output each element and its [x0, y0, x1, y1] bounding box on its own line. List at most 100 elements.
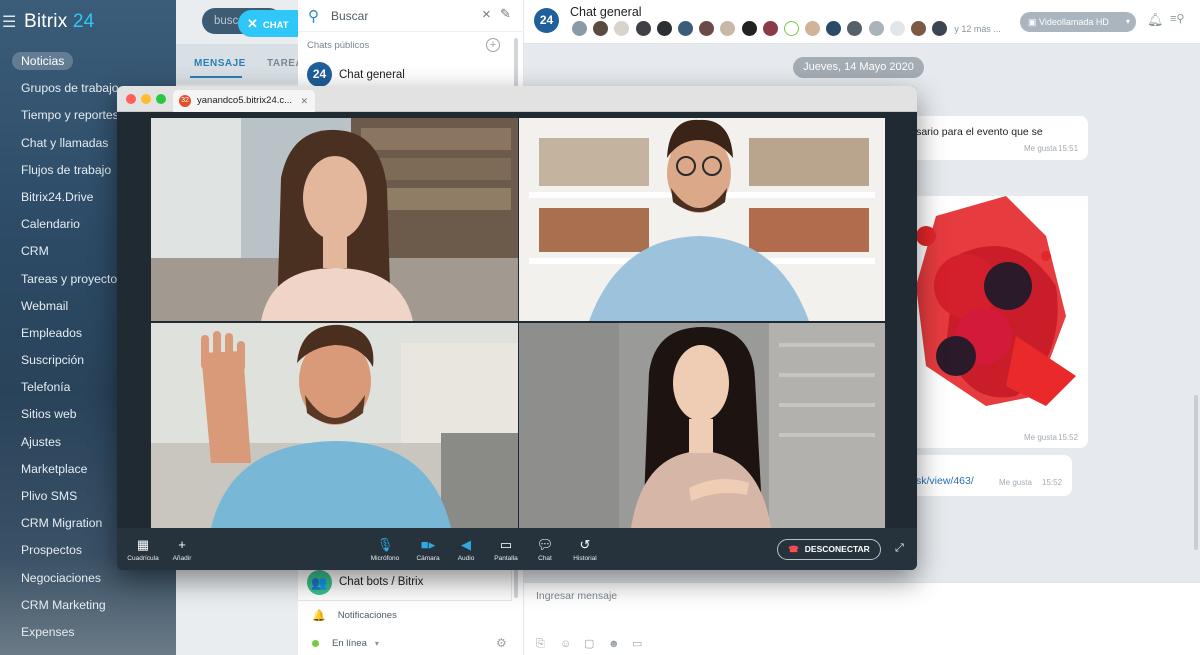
avatar[interactable]: [699, 21, 715, 36]
audio-button[interactable]: ◀ Audio: [453, 537, 479, 562]
add-participant-button[interactable]: + Añadir: [167, 537, 197, 562]
screen-icon[interactable]: ▭: [632, 638, 644, 650]
sidebar-item[interactable]: Sitios web: [12, 401, 123, 428]
add-chat-icon[interactable]: +: [486, 38, 500, 52]
sidebar-item[interactable]: Calendario: [12, 211, 123, 238]
avatar[interactable]: [911, 21, 926, 36]
sidebar-item[interactable]: Plivo SMS: [12, 483, 123, 510]
bitrix-logo[interactable]: Bitrix 24: [24, 11, 94, 33]
call-chat-button[interactable]: 💬︎ Chat: [533, 537, 557, 562]
avatar[interactable]: [783, 21, 799, 36]
menu-icon[interactable]: ☰: [2, 12, 18, 32]
participant-video[interactable]: [519, 118, 885, 321]
search-icon[interactable]: ≡⚲: [1170, 12, 1184, 25]
like-label[interactable]: Me gusta: [1024, 144, 1057, 153]
avatar[interactable]: [932, 21, 948, 36]
close-tab-icon[interactable]: ✕: [300, 90, 308, 112]
avatar[interactable]: [720, 21, 736, 36]
avatar[interactable]: [762, 21, 778, 36]
video-call-button[interactable]: ▣ Videollamada HD ▾: [1020, 12, 1136, 32]
sidebar-item[interactable]: Flujos de trabajo: [12, 157, 123, 184]
emoji-icon[interactable]: ☻: [608, 638, 620, 650]
fruit-image[interactable]: [896, 196, 1088, 424]
sidebar-item[interactable]: Prospectos: [12, 537, 123, 564]
member-avatars[interactable]: y 12 más ...: [572, 21, 1001, 36]
notifications-item[interactable]: 🔔 Notificaciones: [312, 609, 397, 622]
avatar[interactable]: [826, 21, 842, 36]
avatar[interactable]: [889, 21, 905, 36]
chat-search[interactable]: ⚲ Buscar × ✎: [298, 0, 524, 32]
avatar[interactable]: [635, 21, 651, 36]
screen-share-button[interactable]: ▭ Pantalla: [491, 537, 521, 562]
avatar[interactable]: [868, 21, 884, 36]
control-label: Cuadrícula: [127, 555, 159, 562]
sidebar-item[interactable]: Tiempo y reportes: [12, 102, 123, 129]
image-message[interactable]: Me gusta 15:52: [896, 196, 1088, 448]
browser-tab[interactable]: 32 yanandco5.bitrix24.c... ✕: [173, 90, 315, 112]
new-chat-icon[interactable]: ✎: [500, 6, 511, 22]
grid-view-button[interactable]: ▦ Cuadrícula: [126, 537, 160, 562]
message-bubble[interactable]: sk/view/463/ Me gusta 15:52: [896, 455, 1072, 496]
maximize-window-icon[interactable]: [156, 94, 166, 104]
sidebar-item[interactable]: CRM Marketing: [12, 592, 123, 619]
sidebar-item[interactable]: Webmail: [12, 293, 123, 320]
chat-title[interactable]: Chat general: [570, 5, 642, 19]
message-text: cesario para el evento que se: [905, 126, 1043, 138]
close-chat-button[interactable]: ✕ CHAT: [238, 10, 298, 37]
avatar[interactable]: [741, 21, 757, 36]
sidebar-item[interactable]: CRM Migration: [12, 510, 123, 537]
notifications-label: Notificaciones: [337, 610, 397, 621]
tab-mensaje[interactable]: MENSAJE: [194, 58, 246, 69]
attach-icon[interactable]: ⎘: [536, 638, 548, 650]
message-bubble[interactable]: cesario para el evento que se Me gusta 1…: [896, 116, 1088, 160]
avatar[interactable]: [677, 21, 693, 36]
search-icon: ⚲: [308, 8, 319, 25]
history-button[interactable]: ↺ Historial: [567, 537, 603, 562]
sidebar-item[interactable]: CRM: [12, 238, 123, 265]
chevron-down-icon[interactable]: ▾: [1126, 12, 1130, 32]
avatar[interactable]: [805, 21, 821, 36]
message-input[interactable]: Ingresar mensaje: [536, 590, 617, 602]
sidebar-item[interactable]: Expenses: [12, 619, 123, 646]
sidebar-item[interactable]: Suscripción: [12, 347, 123, 374]
sidebar-item-label: Noticias: [12, 52, 74, 70]
sidebar-item[interactable]: Tareas y proyectos: [12, 266, 123, 293]
avatar[interactable]: [847, 21, 863, 36]
sidebar-item[interactable]: Bitrix24.Drive: [12, 184, 123, 211]
template-icon[interactable]: ▢: [584, 638, 596, 650]
avatar[interactable]: [572, 21, 587, 36]
avatar[interactable]: [593, 21, 609, 36]
fullscreen-icon[interactable]: ⤢: [895, 542, 904, 555]
messages-scrollbar[interactable]: [1194, 395, 1198, 550]
user-icon[interactable]: ☺: [560, 638, 572, 650]
control-label: Audio: [457, 555, 475, 562]
microphone-button[interactable]: 🎙︎ Micrófono: [368, 537, 402, 562]
sidebar-item[interactable]: Marketplace: [12, 456, 123, 483]
participant-video[interactable]: [519, 323, 885, 528]
close-window-icon[interactable]: [126, 94, 136, 104]
sidebar-item[interactable]: Ajustes: [12, 429, 123, 456]
participant-video[interactable]: [151, 118, 518, 321]
sidebar-item[interactable]: Grupos de trabajo: [12, 75, 123, 102]
more-members-link[interactable]: y 12 más ...: [954, 24, 1001, 34]
bell-icon[interactable]: 🔔︎: [1147, 12, 1164, 28]
like-label[interactable]: Me gusta: [1024, 433, 1057, 442]
sidebar-item[interactable]: Empleados: [12, 320, 123, 347]
avatar[interactable]: [656, 21, 672, 36]
camera-button[interactable]: ■▸ Cámara: [412, 537, 444, 562]
clear-search-icon[interactable]: ×: [482, 6, 491, 23]
avatar[interactable]: [614, 21, 630, 36]
minimize-window-icon[interactable]: [141, 94, 151, 104]
gear-icon[interactable]: ⚙: [496, 636, 507, 650]
participant-video[interactable]: [151, 323, 518, 528]
sidebar-item[interactable]: Telefonía: [12, 374, 123, 401]
message-link[interactable]: sk/view/463/: [916, 475, 974, 487]
sidebar-item[interactable]: Noticias: [12, 48, 123, 75]
window-titlebar[interactable]: 32 yanandco5.bitrix24.c... ✕: [117, 86, 917, 112]
sidebar-item[interactable]: Negociaciones: [12, 565, 123, 592]
status-selector[interactable]: En línea ▾: [312, 638, 379, 649]
disconnect-button[interactable]: ☎ DESCONECTAR: [777, 539, 881, 560]
chat-item-general[interactable]: 24 Chat general: [307, 62, 405, 87]
like-label[interactable]: Me gusta: [999, 478, 1032, 487]
sidebar-item[interactable]: Chat y llamadas: [12, 130, 123, 157]
